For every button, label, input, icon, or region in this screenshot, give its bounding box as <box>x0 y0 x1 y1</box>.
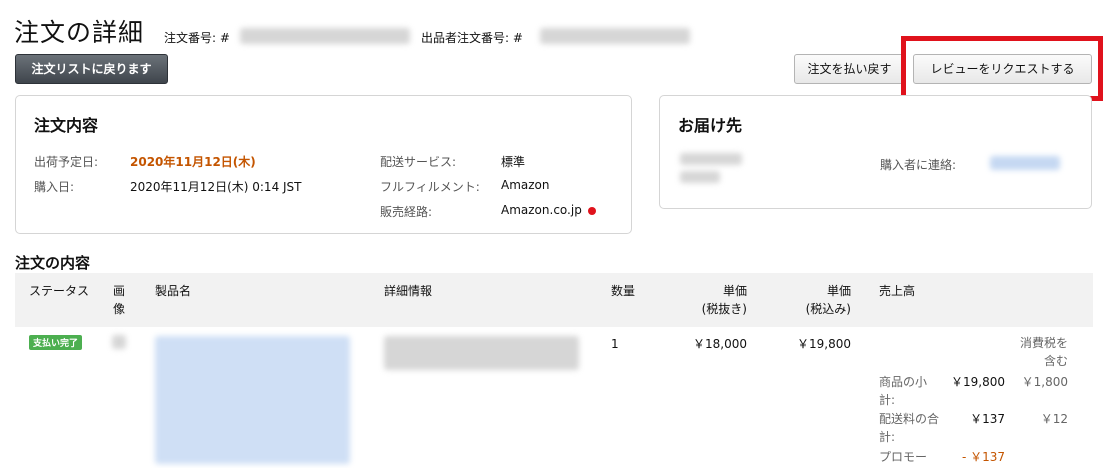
subtotal-value: ￥19,800 <box>951 375 1005 389</box>
product-name-link-redacted[interactable] <box>155 336 350 464</box>
contact-buyer-label: 購入者に連絡: <box>880 158 957 172</box>
subtotal-label: 商品の小計: <box>879 375 928 407</box>
product-image-redacted[interactable] <box>112 335 126 349</box>
col-price-ex: 単価 <box>722 284 747 298</box>
shipping-service-label: 配送サービス: <box>380 155 457 169</box>
order-summary-card: 注文内容 出荷予定日: 2020年11月12日(木) 購入日: 2020年11月… <box>15 95 632 234</box>
price-in-value: ￥19,800 <box>797 337 851 351</box>
seller-order-number-label: 出品者注文番号: # <box>421 31 523 45</box>
col-price-in-sub: (税込み) <box>805 302 851 316</box>
sales-channel-label: 販売経路: <box>380 205 433 219</box>
order-summary-title: 注文内容 <box>34 116 99 135</box>
col-price-ex-sub: (税抜き) <box>701 302 747 316</box>
product-details-redacted <box>384 336 579 370</box>
col-status: ステータス <box>29 284 90 298</box>
sales-channel-text: Amazon.co.jp <box>501 203 582 217</box>
purchase-date-label: 購入日: <box>34 180 75 194</box>
page-title: 注文の詳細 <box>14 18 145 47</box>
purchase-date-value: 2020年11月12日(木) 0:14 JST <box>130 180 302 194</box>
col-price-in: 単価 <box>826 284 851 298</box>
fulfillment-label: フルフィルメント: <box>380 180 480 194</box>
shipping-tax-value: ￥12 <box>1040 412 1068 426</box>
sales-channel-value: Amazon.co.jp <box>501 203 596 217</box>
status-badge: 支払い完了 <box>29 335 83 350</box>
shipping-address-card: お届け先 購入者に連絡: <box>659 95 1092 209</box>
promotion-label: プロモー <box>879 450 928 464</box>
items-section-title: 注文の内容 <box>15 254 91 272</box>
shipping-total-label: 配送料の合計: <box>879 412 940 444</box>
price-ex-value: ￥18,000 <box>693 337 747 351</box>
tax-included-note: 消費税を含む <box>1019 336 1068 368</box>
shipping-service-value: 標準 <box>501 155 526 169</box>
fulfillment-value: Amazon <box>501 178 550 192</box>
highlight-box <box>901 36 1103 101</box>
order-details-page: 注文の詳細 注文番号: # 出品者注文番号: # 注文リストに戻ります 注文を払… <box>0 0 1111 468</box>
back-to-order-list-button[interactable]: 注文リストに戻ります <box>15 54 168 84</box>
japan-flag-icon <box>587 206 596 215</box>
col-product-name: 製品名 <box>155 284 192 298</box>
recipient-name-redacted <box>680 153 742 165</box>
col-quantity: 数量 <box>611 284 636 298</box>
col-image: 画像 <box>113 284 126 316</box>
recipient-address-redacted <box>680 171 720 183</box>
order-number-label: 注文番号: # <box>164 31 230 45</box>
subtotal-tax-value: ￥1,800 <box>1021 375 1068 389</box>
ship-date-value: 2020年11月12日(木) <box>130 155 256 169</box>
ship-date-label: 出荷予定日: <box>34 155 99 169</box>
quantity-value: 1 <box>611 337 619 351</box>
order-number-value-redacted <box>240 28 410 44</box>
shipping-address-title: お届け先 <box>678 116 743 135</box>
contact-buyer-link[interactable] <box>990 156 1060 170</box>
refund-order-button[interactable]: 注文を払い戻す <box>794 54 905 84</box>
promotion-value: - ￥137 <box>961 450 1005 464</box>
seller-order-number-value-redacted <box>540 28 690 44</box>
col-details: 詳細情報 <box>384 284 433 298</box>
shipping-total-value: ￥137 <box>970 412 1005 426</box>
col-sales: 売上高 <box>879 284 916 298</box>
